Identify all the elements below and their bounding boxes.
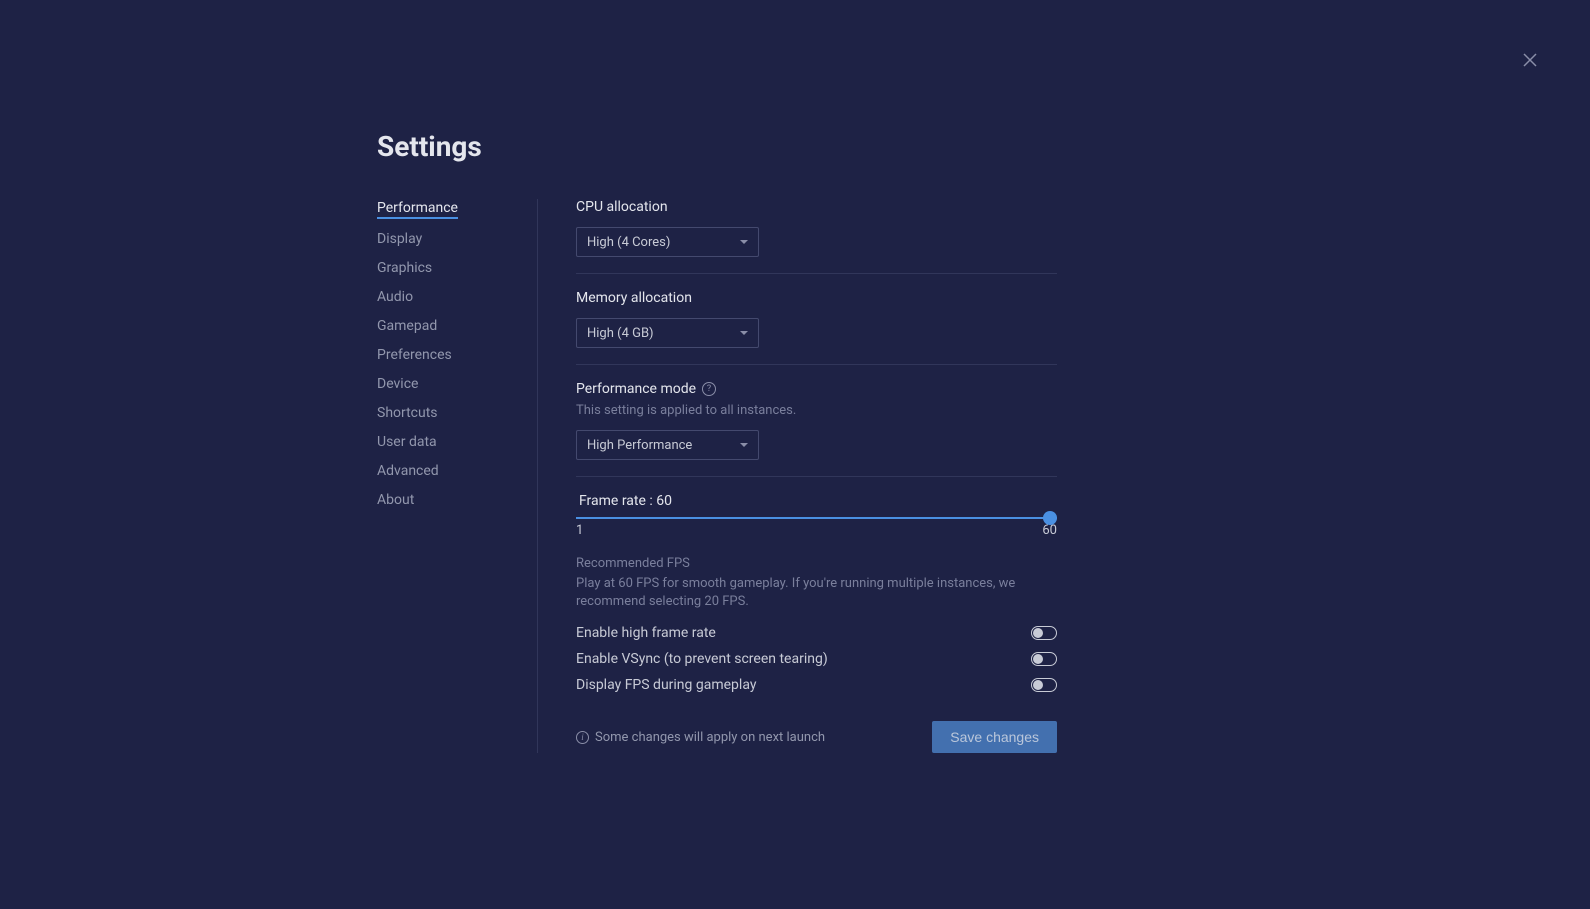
vsync-label: Enable VSync (to prevent screen tearing): [576, 651, 828, 667]
performance-mode-description: This setting is applied to all instances…: [576, 403, 1057, 418]
slider-thumb[interactable]: [1043, 511, 1057, 525]
settings-footer: i Some changes will apply on next launch…: [576, 721, 1057, 753]
slider-range-labels: 1 60: [576, 523, 1057, 538]
close-button[interactable]: [1518, 48, 1542, 72]
nav-item-preferences[interactable]: Preferences: [377, 346, 452, 364]
display-fps-toggle[interactable]: [1031, 678, 1057, 692]
slider-min: 1: [576, 523, 583, 538]
toggle-knob: [1033, 680, 1043, 690]
memory-allocation-value: High (4 GB): [587, 326, 654, 341]
slider-max: 60: [1042, 523, 1057, 538]
vsync-toggle[interactable]: [1031, 652, 1057, 666]
cpu-allocation-label: CPU allocation: [576, 199, 1057, 215]
display-fps-label: Display FPS during gameplay: [576, 677, 756, 693]
help-icon[interactable]: ?: [702, 382, 716, 396]
frame-rate-group: Frame rate : 60 1 60 Recommended FPS Pla…: [576, 493, 1057, 693]
nav-item-graphics[interactable]: Graphics: [377, 259, 432, 277]
nav-item-device[interactable]: Device: [377, 375, 418, 393]
close-icon: [1522, 52, 1538, 68]
recommended-fps-title: Recommended FPS: [576, 556, 1057, 571]
info-icon: i: [576, 731, 589, 744]
nav-item-about[interactable]: About: [377, 491, 414, 509]
memory-allocation-group: Memory allocation High (4 GB): [576, 290, 1057, 365]
nav-item-user-data[interactable]: User data: [377, 433, 437, 451]
nav-item-shortcuts[interactable]: Shortcuts: [377, 404, 438, 422]
performance-mode-dropdown[interactable]: High Performance: [576, 430, 759, 460]
cpu-allocation-group: CPU allocation High (4 Cores): [576, 199, 1057, 274]
memory-allocation-dropdown[interactable]: High (4 GB): [576, 318, 759, 348]
vsync-row: Enable VSync (to prevent screen tearing): [576, 651, 1057, 667]
frame-rate-label: Frame rate : 60: [576, 493, 1057, 509]
settings-sidebar: Performance Display Graphics Audio Gamep…: [377, 199, 537, 753]
toggle-knob: [1033, 628, 1043, 638]
performance-mode-label: Performance mode ?: [576, 381, 1057, 397]
high-frame-rate-row: Enable high frame rate: [576, 625, 1057, 641]
cpu-allocation-value: High (4 Cores): [587, 235, 670, 250]
nav-item-performance[interactable]: Performance: [377, 199, 458, 219]
memory-allocation-label: Memory allocation: [576, 290, 1057, 306]
chevron-down-icon: [740, 443, 748, 447]
cpu-allocation-dropdown[interactable]: High (4 Cores): [576, 227, 759, 257]
page-title: Settings: [377, 130, 1590, 163]
toggle-knob: [1033, 654, 1043, 664]
nav-item-audio[interactable]: Audio: [377, 288, 413, 306]
performance-mode-value: High Performance: [587, 438, 692, 453]
launch-notice: i Some changes will apply on next launch: [576, 730, 825, 745]
recommended-fps-description: Play at 60 FPS for smooth gameplay. If y…: [576, 575, 1057, 611]
frame-rate-slider[interactable]: [576, 517, 1057, 519]
high-frame-rate-label: Enable high frame rate: [576, 625, 716, 641]
nav-item-gamepad[interactable]: Gamepad: [377, 317, 437, 335]
high-frame-rate-toggle[interactable]: [1031, 626, 1057, 640]
performance-mode-group: Performance mode ? This setting is appli…: [576, 381, 1057, 477]
nav-item-advanced[interactable]: Advanced: [377, 462, 439, 480]
display-fps-row: Display FPS during gameplay: [576, 677, 1057, 693]
slider-track: [576, 517, 1057, 519]
nav-item-display[interactable]: Display: [377, 230, 422, 248]
chevron-down-icon: [740, 240, 748, 244]
save-changes-button[interactable]: Save changes: [932, 721, 1057, 753]
settings-panel: CPU allocation High (4 Cores) Memory all…: [537, 199, 1057, 753]
chevron-down-icon: [740, 331, 748, 335]
